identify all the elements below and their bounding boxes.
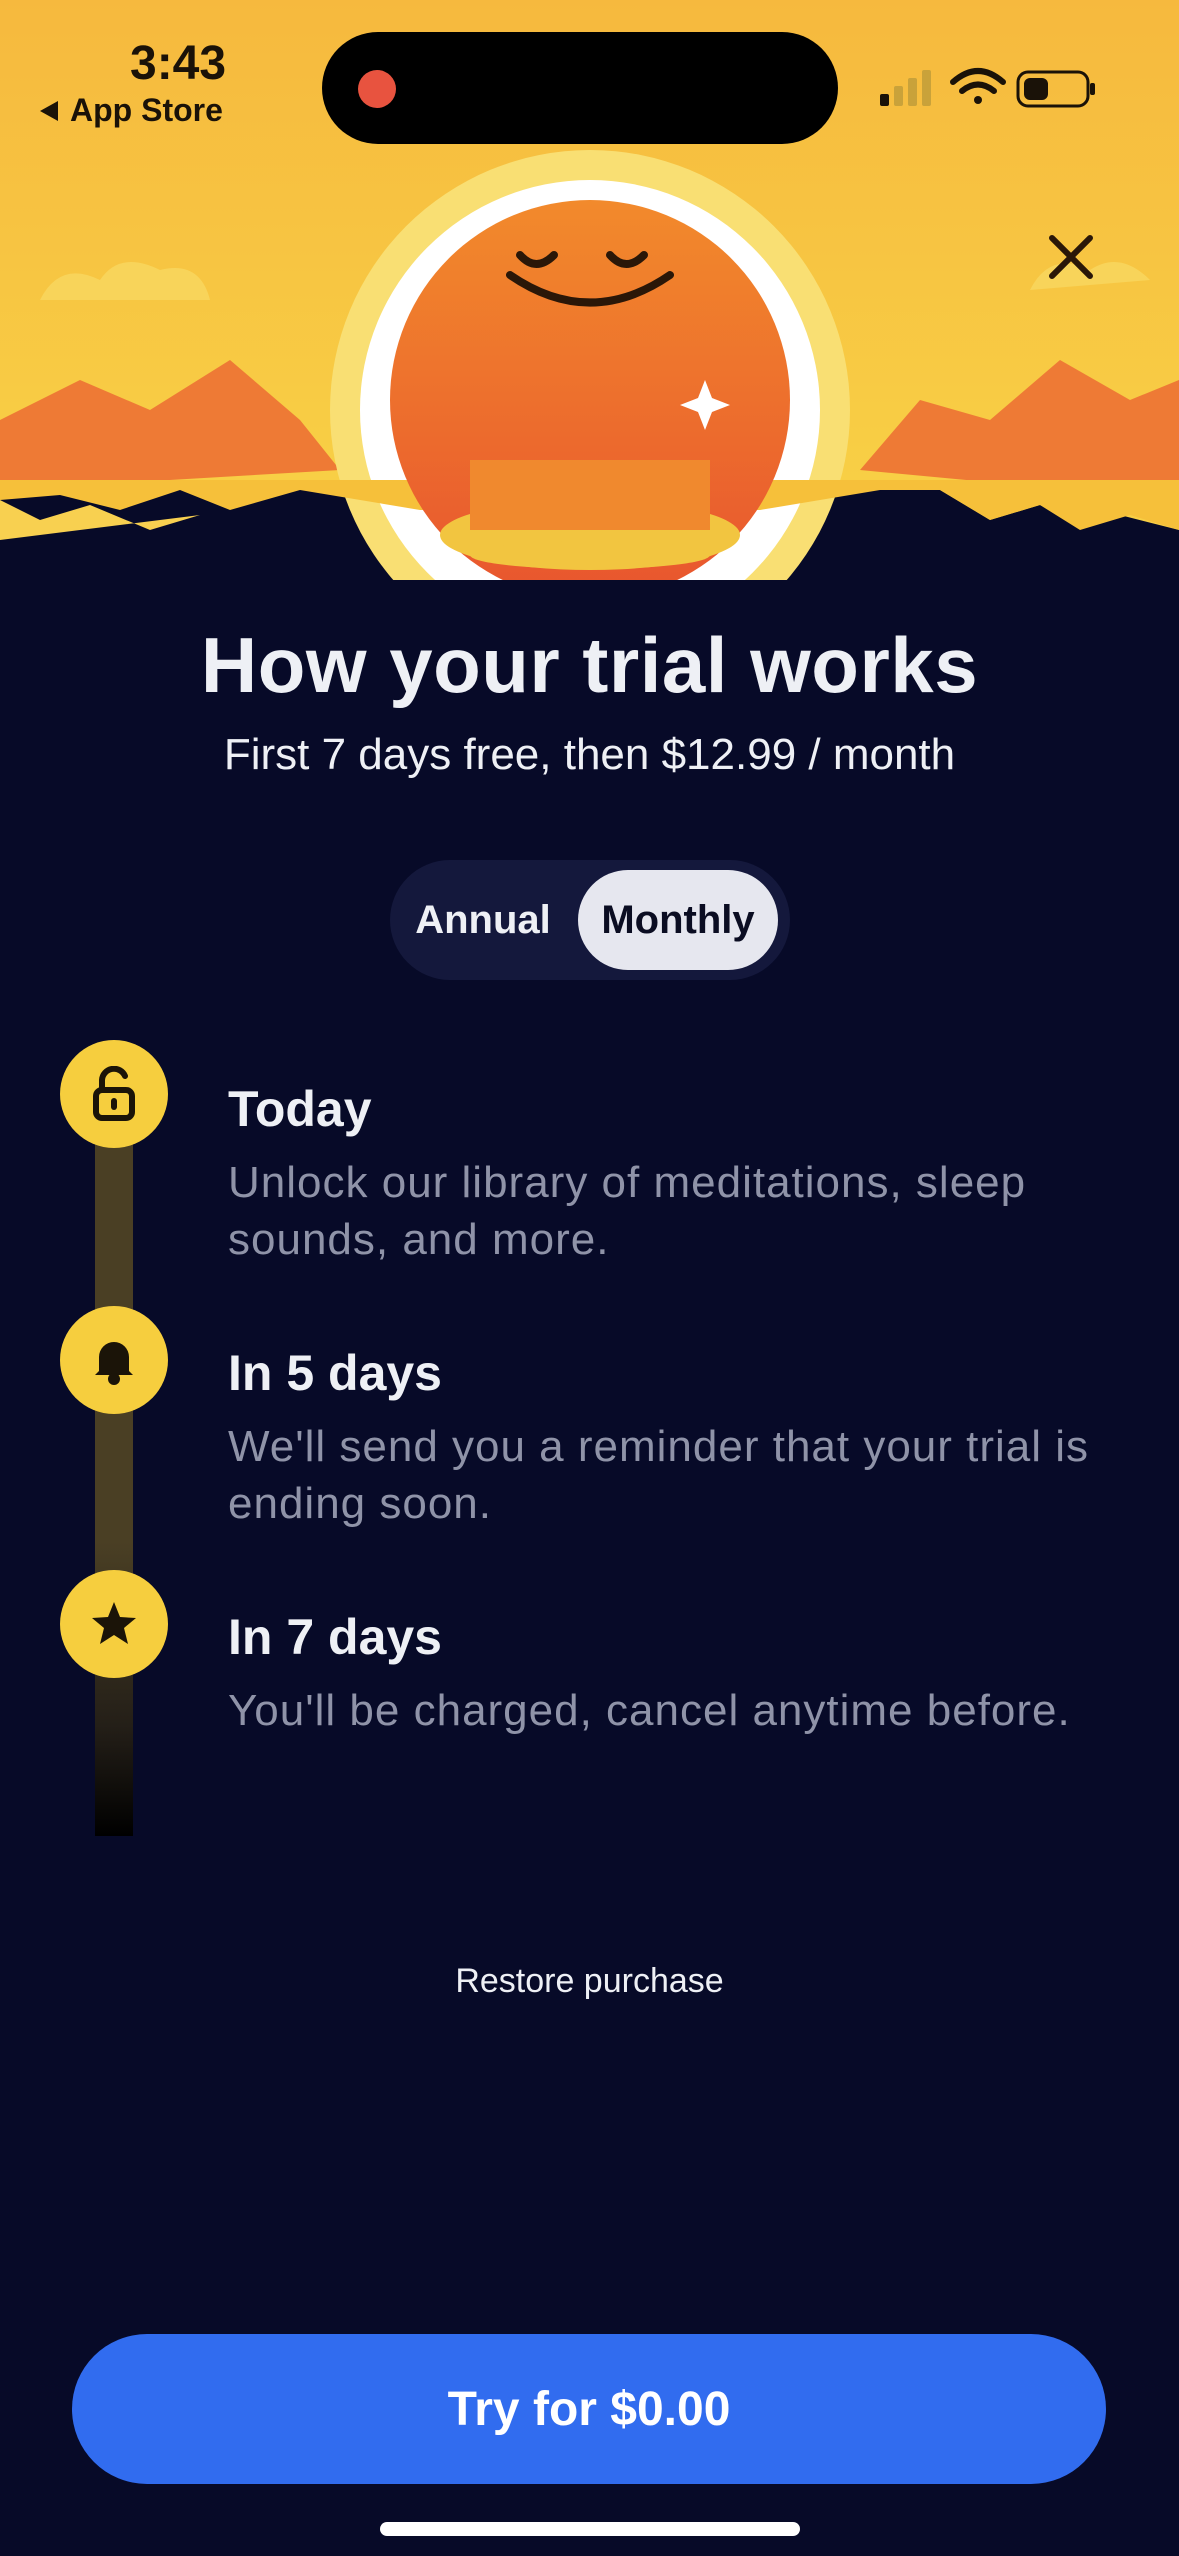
page-title: How your trial works (200, 621, 979, 709)
step-5-days-description: We'll send you a reminder that your tria… (228, 1422, 1090, 1528)
back-arrow-icon (40, 100, 58, 121)
recording-indicator-icon (358, 70, 396, 108)
timeline-rail (95, 1100, 133, 1836)
close-icon[interactable] (1040, 226, 1102, 288)
bell-icon (60, 1306, 168, 1414)
restore-purchase-link[interactable]: Restore purchase (0, 1962, 1179, 2001)
step-7-days-title: In 7 days (228, 1609, 442, 1665)
status-icons (880, 68, 1095, 108)
try-free-button[interactable]: Try for $0.00 (72, 2334, 1106, 2484)
battery-icon (1016, 70, 1095, 108)
step-today-description: Unlock our library of meditations, sleep… (228, 1158, 1027, 1264)
unlock-icon (60, 1040, 168, 1148)
status-time: 3:43 (130, 37, 227, 90)
dynamic-island (322, 32, 838, 144)
plan-option-annual[interactable]: Annual (398, 870, 568, 970)
step-5-days-title: In 5 days (228, 1345, 442, 1401)
back-to-app-store[interactable]: App Store (38, 92, 223, 129)
wifi-icon (950, 68, 1006, 104)
home-indicator[interactable] (380, 2522, 800, 2536)
star-icon (60, 1570, 168, 1678)
step-today-title: Today (228, 1081, 372, 1137)
signal-icon (880, 70, 931, 106)
back-label: App Store (70, 92, 223, 128)
plan-option-monthly[interactable]: Monthly (578, 870, 778, 970)
price-subtitle: First 7 days free, then $12.99 / month (223, 730, 956, 779)
step-7-days-description: You'll be charged, cancel anytime before… (228, 1686, 1071, 1735)
plan-toggle: Annual Monthly (390, 860, 790, 980)
